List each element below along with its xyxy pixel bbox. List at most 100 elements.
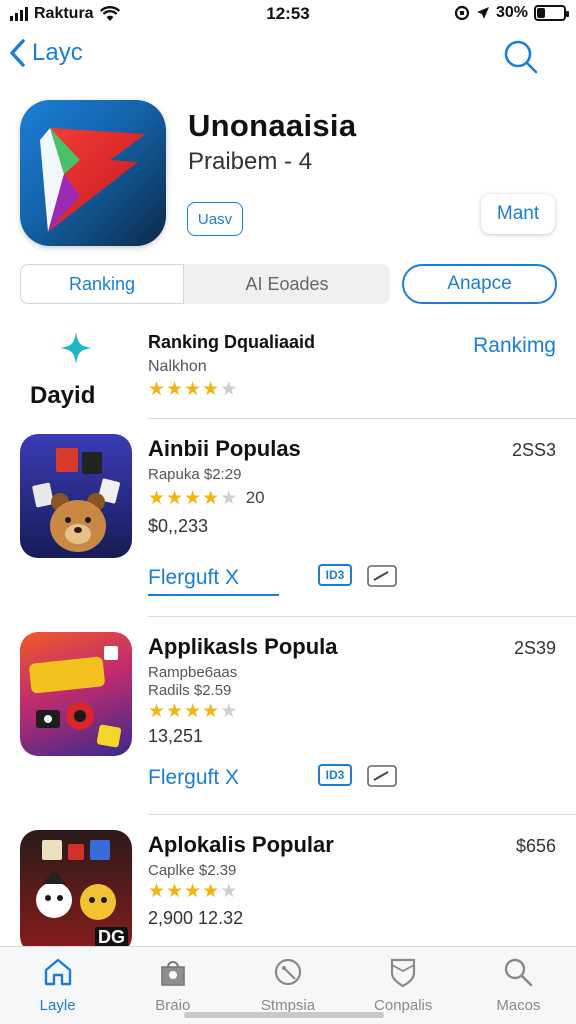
star-icon: ★ bbox=[166, 881, 184, 902]
star-icon: ★ bbox=[202, 379, 220, 400]
item-rating-stars: ★ ★ ★ ★ ★ bbox=[148, 702, 237, 721]
app-thumbnail[interactable] bbox=[20, 434, 132, 558]
home-indicator[interactable] bbox=[184, 1012, 384, 1018]
ranking-subtitle: Nalkhon bbox=[148, 358, 207, 375]
wifi-icon bbox=[99, 6, 120, 21]
app-thumbnail[interactable] bbox=[20, 632, 132, 756]
item-rating: ★ ★ ★ ★ ★ bbox=[148, 882, 237, 901]
item-rating: ★ ★ ★ ★ ★ 20 bbox=[148, 488, 265, 508]
star-icon: ★ bbox=[166, 701, 184, 722]
segment-ai[interactable]: AI Eoades bbox=[184, 264, 390, 304]
battery-percent: 30% bbox=[495, 4, 528, 21]
bag-icon bbox=[160, 961, 185, 986]
app-thumbnail[interactable]: DG bbox=[20, 830, 132, 946]
item-rating: ★ ★ ★ ★ ★ bbox=[148, 702, 237, 721]
item-rating-count: 20 bbox=[245, 488, 265, 507]
back-label: Layc bbox=[32, 39, 83, 66]
ranking-title: Ranking Dqualiaaid bbox=[148, 332, 316, 352]
star-icon: ★ bbox=[220, 379, 238, 400]
item-price: $656 bbox=[515, 836, 556, 856]
app-subtitle: Praibem - 4 bbox=[188, 148, 313, 175]
star-icon: ★ bbox=[184, 881, 202, 902]
item-count: 2,900 12.32 bbox=[148, 908, 244, 928]
status-bar: Raktura 12:53 30% bbox=[0, 0, 576, 28]
divider bbox=[148, 814, 576, 815]
segmented-control: Ranking AI Eoades bbox=[20, 264, 390, 304]
star-icon: ★ bbox=[202, 701, 220, 722]
tab-search[interactable]: Macos bbox=[461, 947, 576, 1024]
divider bbox=[148, 418, 576, 419]
chat-icon[interactable] bbox=[366, 564, 398, 588]
item-action-link[interactable]: Flerguft X bbox=[148, 566, 280, 596]
list-item[interactable]: Applikasls Popula 2S39 Rampbe6aas Radils… bbox=[0, 632, 576, 822]
divider bbox=[148, 616, 576, 617]
star-icon: ★ bbox=[184, 379, 202, 400]
item-count: 13,251 bbox=[148, 726, 204, 746]
tab-label: Layle bbox=[39, 997, 76, 1014]
star-icon: ★ bbox=[202, 487, 220, 509]
tab-home[interactable]: Layle bbox=[0, 947, 115, 1024]
item-detail: Caplke $2.39 bbox=[148, 862, 237, 879]
star-icon: ★ bbox=[202, 881, 220, 902]
get-button[interactable]: Mant bbox=[481, 194, 555, 234]
star-icon: ★ bbox=[148, 881, 166, 902]
battery-level bbox=[537, 8, 545, 18]
corner-badge: DG bbox=[95, 927, 128, 946]
star-icon: ★ bbox=[166, 379, 184, 400]
signal-icon bbox=[10, 7, 28, 21]
ranking-section: Dayid Ranking Dqualiaaid Nalkhon ★ ★ ★ ★ ★ R… bbox=[0, 322, 576, 420]
star-icon: ★ bbox=[148, 487, 166, 509]
ranking-side-label: Dayid bbox=[30, 382, 96, 409]
star-icon: ★ bbox=[148, 701, 166, 722]
search-button[interactable] bbox=[502, 38, 556, 78]
app-icon[interactable] bbox=[20, 100, 166, 246]
status-right: 30% bbox=[454, 4, 569, 22]
search-icon bbox=[504, 40, 538, 74]
item-count: $0,,233 bbox=[148, 516, 209, 536]
item-detail: Rampbe6aas bbox=[148, 664, 238, 681]
star-icon: ★ bbox=[184, 701, 202, 722]
star-icon: ★ bbox=[220, 701, 238, 722]
ranking-rating-stars: ★ ★ ★ ★ ★ bbox=[148, 380, 237, 399]
item-price: 2SS3 bbox=[511, 440, 556, 460]
chevron-left-icon bbox=[10, 39, 25, 67]
battery-icon bbox=[534, 5, 569, 21]
filter-pill-button[interactable]: Anapce bbox=[402, 264, 557, 304]
carrier-label: Raktura bbox=[34, 5, 94, 22]
item-title: Ainbii Populas bbox=[148, 436, 301, 461]
item-detail-secondary: Radils $2.59 bbox=[148, 682, 232, 699]
nav-bar: Layc bbox=[0, 36, 576, 80]
list-item[interactable]: DG Aplokalis Popular $656 Caplke $2.39 ★… bbox=[0, 830, 576, 946]
tab-label: Macos bbox=[496, 997, 541, 1014]
back-button[interactable]: Layc bbox=[8, 38, 83, 68]
sparkle-icon bbox=[60, 332, 92, 364]
compass-icon bbox=[274, 958, 302, 986]
ranking-link[interactable]: Rankimg bbox=[473, 334, 556, 358]
location-icon bbox=[476, 7, 489, 19]
secondary-button[interactable]: Uasv bbox=[187, 202, 243, 236]
tab-label: Conpalis bbox=[374, 997, 433, 1014]
paper-plane-logo-icon bbox=[40, 128, 146, 232]
star-icon: ★ bbox=[220, 881, 238, 902]
status-left: Raktura bbox=[10, 5, 210, 23]
chat-icon[interactable] bbox=[366, 764, 398, 788]
item-price: 2S39 bbox=[513, 638, 556, 658]
star-icon: ★ bbox=[166, 487, 184, 509]
star-icon: ★ bbox=[220, 487, 238, 509]
item-title: Applikasls Popula bbox=[148, 634, 338, 659]
bear-mascot-icon bbox=[32, 448, 120, 552]
app-title: Unonaaisia bbox=[188, 108, 357, 143]
item-title: Aplokalis Popular bbox=[148, 832, 334, 857]
star-icon: ★ bbox=[184, 487, 202, 509]
item-action-link[interactable]: Flerguft X bbox=[148, 766, 239, 790]
item-tag-badge[interactable]: ID3 bbox=[318, 764, 352, 786]
search-icon bbox=[505, 958, 533, 987]
item-rating-stars: ★ ★ ★ ★ ★ bbox=[148, 882, 237, 901]
list-item[interactable]: Ainbii Populas 2SS3 Rapuka $2:29 ★ ★ ★ ★ ★ 2… bbox=[0, 434, 576, 624]
tab-bar: Layle Braio Stmpsia Conpalis Macos bbox=[0, 946, 576, 1024]
segment-ranking[interactable]: Ranking bbox=[20, 264, 184, 304]
home-icon bbox=[44, 958, 71, 986]
item-detail: Rapuka $2:29 bbox=[148, 466, 242, 483]
item-tag-badge[interactable]: ID3 bbox=[318, 564, 352, 586]
orientation-lock-icon bbox=[454, 5, 470, 21]
